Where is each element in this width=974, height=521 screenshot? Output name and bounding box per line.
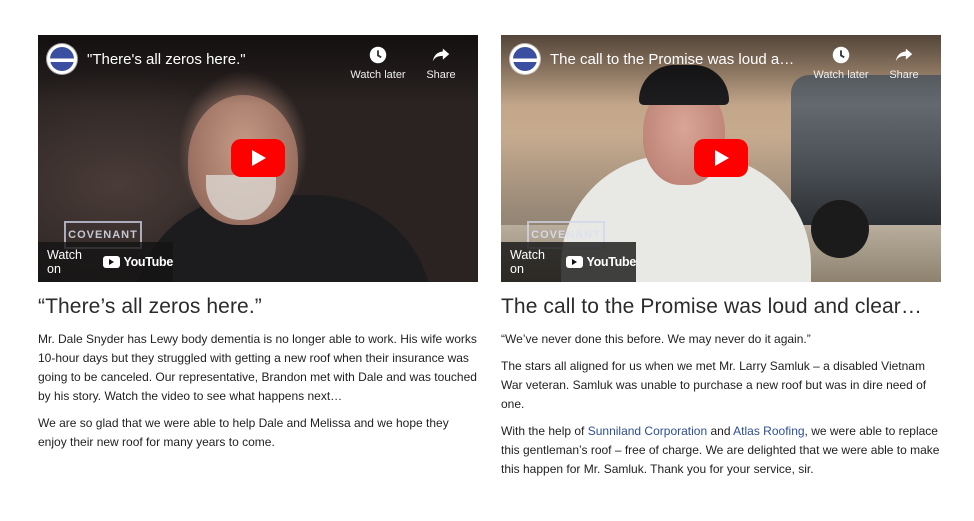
play-button[interactable] [231, 139, 285, 177]
youtube-video-player-2[interactable]: The call to the Promise was loud and cl.… [501, 35, 941, 282]
story-paragraph: Mr. Dale Snyder has Lewy body dementia i… [38, 332, 477, 403]
sunniland-corporation-link[interactable]: Sunniland Corporation [588, 424, 707, 438]
clock-icon [832, 46, 850, 64]
story-heading: “There’s all zeros here.” [38, 295, 262, 318]
youtube-logo: YouTube [103, 255, 173, 269]
story-paragraph: The stars all aligned for us when we met… [501, 359, 927, 411]
channel-logo-icon[interactable] [47, 44, 77, 74]
share-button[interactable]: Share [874, 44, 934, 81]
story-paragraph: We are so glad that we were able to help… [38, 416, 449, 449]
story-quote: “We’ve never done this before. We may ne… [501, 332, 811, 346]
watch-later-button[interactable]: Watch later [811, 44, 871, 81]
youtube-logo: YouTube [566, 255, 636, 269]
share-button[interactable]: Share [411, 44, 471, 81]
story-column-right: The call to the Promise was loud and cl.… [501, 35, 941, 487]
watch-on-youtube-button[interactable]: Watch on YouTube [38, 242, 173, 282]
play-button[interactable] [694, 139, 748, 177]
play-icon [715, 150, 729, 166]
video-overlay-title[interactable]: The call to the Promise was loud and cl.… [550, 51, 800, 69]
share-arrow-icon [895, 48, 913, 62]
story-paragraph: With the help of Sunniland Corporation a… [501, 424, 940, 476]
play-icon [252, 150, 266, 166]
youtube-video-player-1[interactable]: "There's all zeros here." Watch later Sh… [38, 35, 478, 282]
youtube-icon [566, 256, 584, 268]
share-arrow-icon [432, 48, 450, 62]
video-overlay-title[interactable]: "There's all zeros here." [87, 51, 337, 69]
watch-on-youtube-button[interactable]: Watch on YouTube [501, 242, 636, 282]
story-heading: The call to the Promise was loud and cle… [501, 295, 922, 318]
youtube-icon [103, 256, 121, 268]
story-column-left: "There's all zeros here." Watch later Sh… [38, 35, 478, 460]
atlas-roofing-link[interactable]: Atlas Roofing [733, 424, 804, 438]
clock-icon [369, 46, 387, 64]
watch-later-button[interactable]: Watch later [348, 44, 408, 81]
channel-logo-icon[interactable] [510, 44, 540, 74]
